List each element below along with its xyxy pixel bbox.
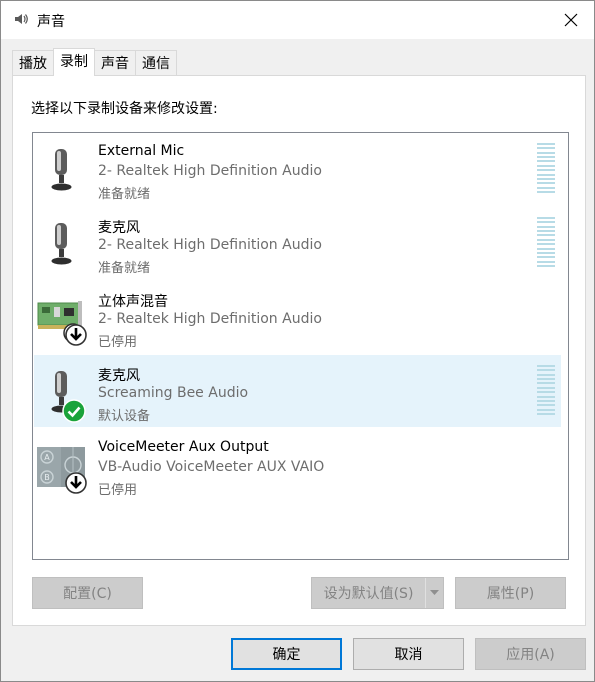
tab-recording[interactable]: 录制 bbox=[53, 48, 95, 76]
microphone-icon bbox=[51, 149, 72, 191]
device-driver: VB-Audio VoiceMeeter AUX VAIO bbox=[98, 459, 325, 475]
chevron-down-icon bbox=[430, 590, 439, 595]
list-item[interactable]: 麦克风 2- Realtek High Definition Audio 准备就… bbox=[34, 207, 561, 279]
device-name: 立体声混音 bbox=[98, 294, 168, 310]
device-status: 默认设备 bbox=[98, 409, 151, 424]
recording-panel: 选择以下录制设备来修改设置: External Mic 2- Realtek H… bbox=[12, 75, 586, 626]
device-driver: Screaming Bee Audio bbox=[98, 385, 249, 401]
disabled-arrow-icon bbox=[65, 324, 87, 346]
device-status: 准备就绪 bbox=[98, 187, 151, 202]
device-name: 麦克风 bbox=[98, 368, 140, 384]
device-driver: 2- Realtek High Definition Audio bbox=[98, 311, 322, 327]
list-item[interactable]: 立体声混音 2- Realtek High Definition Audio 已… bbox=[34, 281, 561, 353]
set-default-dropdown[interactable] bbox=[425, 578, 443, 608]
svg-text:B: B bbox=[44, 473, 50, 482]
list-item[interactable]: 麦克风 Screaming Bee Audio 默认设备 bbox=[34, 355, 561, 427]
instruction-text: 选择以下录制设备来修改设置: bbox=[31, 101, 218, 117]
close-button[interactable] bbox=[548, 1, 594, 39]
tab-sounds[interactable]: 声音 bbox=[94, 50, 136, 76]
device-name: External Mic bbox=[98, 143, 185, 159]
device-driver: 2- Realtek High Definition Audio bbox=[98, 163, 322, 179]
close-icon bbox=[564, 13, 578, 27]
device-status: 已停用 bbox=[98, 483, 138, 498]
ok-button[interactable]: 确定 bbox=[231, 638, 342, 670]
sound-dialog: 声音 播放 录制 声音 通信 选择以下录制设备来修改设置: External M… bbox=[0, 0, 595, 682]
default-check-icon bbox=[62, 399, 86, 423]
list-item[interactable]: External Mic 2- Realtek High Definition … bbox=[34, 133, 561, 205]
level-meter bbox=[537, 217, 555, 267]
list-item[interactable]: A B VoiceMeeter Aux Output VB-Audio Voic… bbox=[34, 429, 561, 501]
set-default-label: 设为默认值(S) bbox=[323, 586, 414, 602]
device-status: 已停用 bbox=[98, 335, 138, 350]
device-name: VoiceMeeter Aux Output bbox=[98, 439, 269, 455]
set-default-button[interactable]: 设为默认值(S) bbox=[311, 577, 444, 609]
microphone-icon bbox=[51, 223, 72, 265]
tab-communications[interactable]: 通信 bbox=[135, 50, 177, 76]
cancel-button[interactable]: 取消 bbox=[353, 638, 464, 670]
level-meter bbox=[537, 365, 555, 415]
device-driver: 2- Realtek High Definition Audio bbox=[98, 237, 322, 253]
svg-text:A: A bbox=[44, 453, 50, 462]
disabled-arrow-icon bbox=[65, 472, 87, 494]
title-bar[interactable]: 声音 bbox=[1, 1, 594, 39]
tab-strip: 播放 录制 声音 通信 bbox=[12, 48, 177, 76]
tab-playback[interactable]: 播放 bbox=[12, 50, 54, 76]
properties-button[interactable]: 属性(P) bbox=[455, 577, 566, 609]
device-name: 麦克风 bbox=[98, 220, 140, 236]
configure-button[interactable]: 配置(C) bbox=[32, 577, 143, 609]
speaker-icon bbox=[15, 14, 28, 24]
device-list[interactable]: External Mic 2- Realtek High Definition … bbox=[32, 132, 569, 560]
level-meter bbox=[537, 143, 555, 193]
apply-button[interactable]: 应用(A) bbox=[475, 638, 586, 670]
window-title: 声音 bbox=[37, 14, 65, 30]
device-status: 准备就绪 bbox=[98, 261, 151, 276]
